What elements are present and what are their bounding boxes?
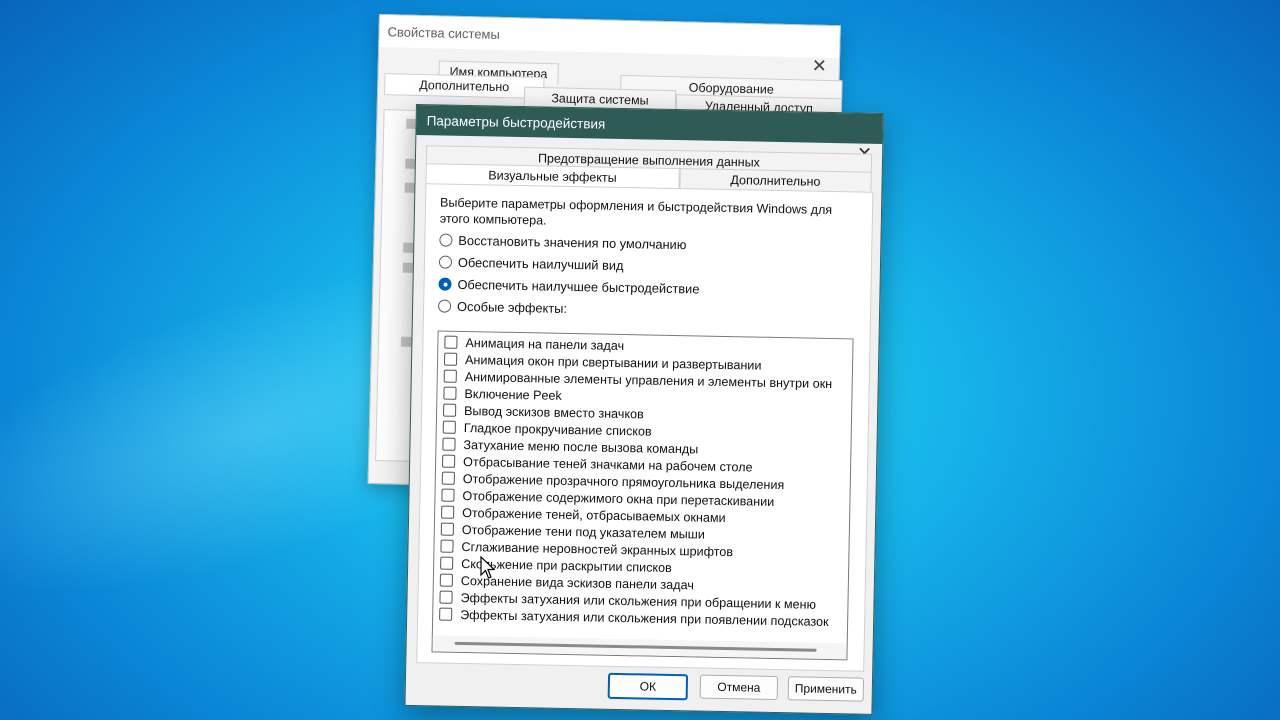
- checkbox[interactable]: [441, 488, 455, 502]
- radio-label: Особые эффекты:: [456, 298, 568, 316]
- checkbox[interactable]: [440, 539, 454, 553]
- radio-custom[interactable]: Особые эффекты:: [438, 298, 568, 316]
- radio-label: Восстановить значения по умолчанию: [458, 232, 687, 253]
- checkbox[interactable]: [439, 607, 453, 621]
- radio-button-checked[interactable]: [438, 277, 452, 291]
- radio-label: Обеспечить наилучшее быстродействие: [457, 276, 700, 297]
- checkbox[interactable]: [441, 471, 455, 485]
- checkbox[interactable]: [440, 522, 454, 536]
- radio-label: Обеспечить наилучший вид: [457, 254, 624, 274]
- radio-best-performance[interactable]: Обеспечить наилучшее быстродействие: [438, 276, 700, 297]
- checkbox[interactable]: [442, 420, 456, 434]
- checkbox[interactable]: [443, 386, 457, 400]
- ok-button[interactable]: ОК: [607, 672, 689, 701]
- tab-advanced[interactable]: Дополнительно: [384, 73, 545, 100]
- performance-options-window: Параметры быстродействия ✕ Предотвращени…: [404, 104, 884, 715]
- system-properties-title: Свойства системы: [379, 15, 840, 59]
- checkbox[interactable]: [442, 454, 456, 468]
- checkbox[interactable]: [440, 556, 454, 570]
- checkbox[interactable]: [439, 590, 453, 604]
- radio-button[interactable]: [438, 299, 452, 313]
- visual-effects-panel: Выберите параметры оформления и быстроде…: [416, 183, 874, 672]
- performance-options-title: Параметры быстродействия: [416, 105, 883, 144]
- checkbox[interactable]: [442, 437, 456, 451]
- checkbox[interactable]: [441, 505, 455, 519]
- scrollbar-thumb[interactable]: [454, 641, 817, 652]
- radio-restore-defaults[interactable]: Восстановить значения по умолчанию: [439, 232, 687, 253]
- checkbox[interactable]: [443, 369, 457, 383]
- checkbox[interactable]: [443, 403, 457, 417]
- horizontal-scrollbar[interactable]: [432, 635, 847, 660]
- effects-list[interactable]: Анимация на панели задач Анимация окон п…: [431, 330, 854, 661]
- list-item-label: Вывод эскизов вместо значков: [463, 403, 644, 421]
- checkbox[interactable]: [439, 573, 453, 587]
- checkbox[interactable]: [444, 335, 458, 349]
- apply-button[interactable]: Применить: [787, 676, 865, 702]
- list-item-label: Гладкое прокручивание списков: [463, 420, 652, 439]
- effects-list-items: Анимация на панели задач Анимация окон п…: [433, 331, 853, 630]
- checkbox[interactable]: [443, 352, 458, 366]
- cancel-button[interactable]: Отмена: [699, 674, 779, 701]
- radio-best-appearance[interactable]: Обеспечить наилучший вид: [438, 254, 624, 274]
- radio-button[interactable]: [439, 233, 453, 247]
- list-item-label: Включение Peek: [464, 386, 562, 403]
- intro-text: Выберите параметры оформления и быстроде…: [439, 195, 833, 228]
- radio-button[interactable]: [438, 255, 453, 269]
- list-item-label: Анимация на панели задач: [465, 335, 625, 353]
